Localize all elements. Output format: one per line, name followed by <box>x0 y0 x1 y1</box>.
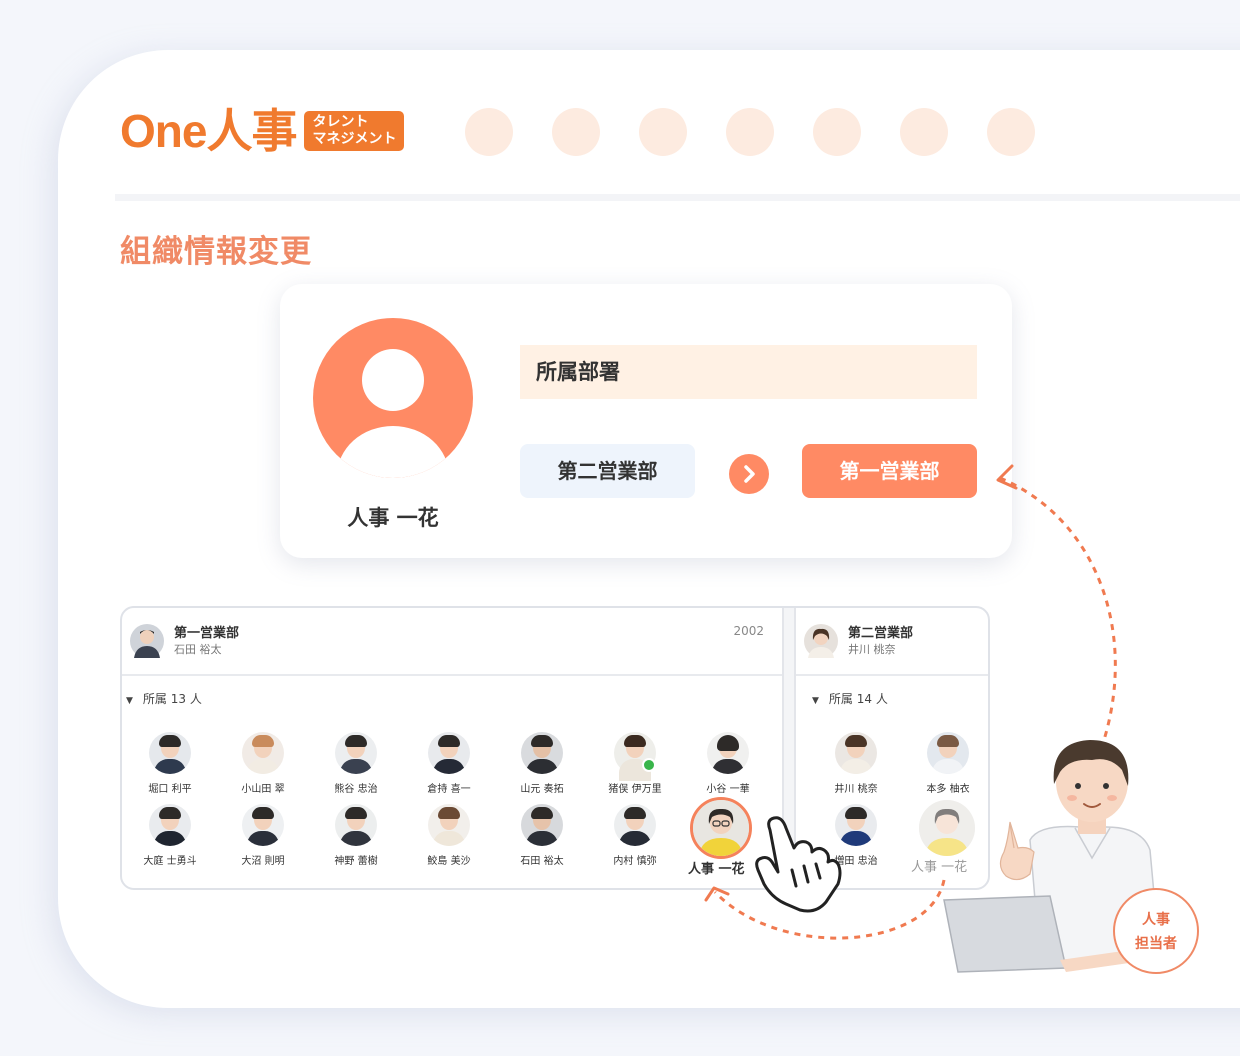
hr-staff-label-bubble: 人事 担当者 <box>1113 888 1199 974</box>
illustration-overlay <box>704 464 1161 973</box>
hand-cursor-icon <box>755 816 842 913</box>
role-line2: 担当者 <box>1135 936 1177 952</box>
role-line1: 人事 <box>1142 912 1170 928</box>
